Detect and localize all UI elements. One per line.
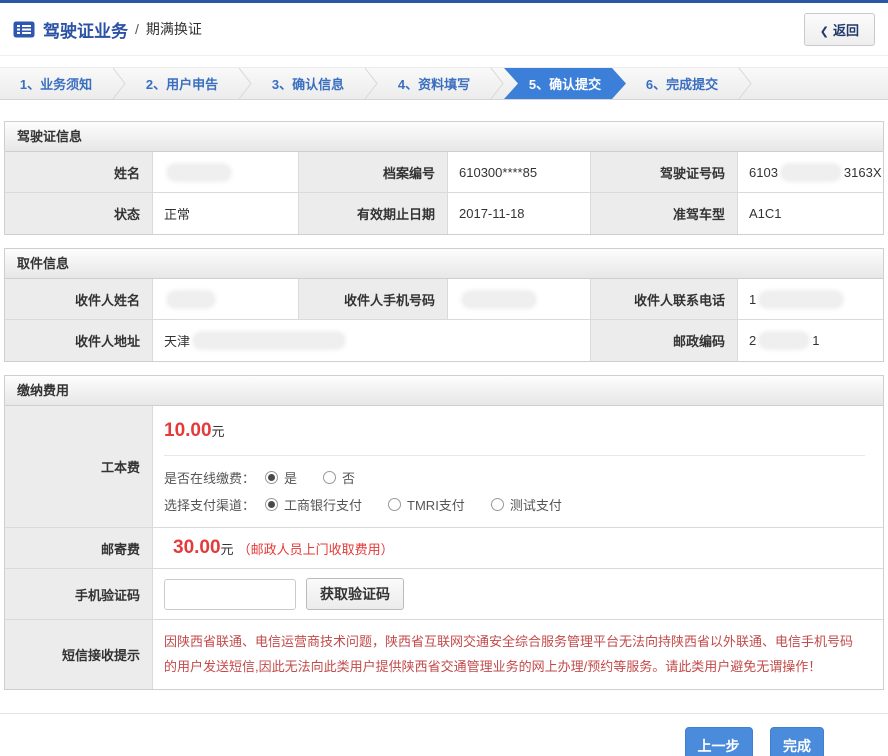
production-fee-cell: 10.00元 是否在线缴费： 是 否 选择支付渠道： 工商银行支付 TMRI支付… xyxy=(153,406,883,528)
channel-icbc-radio[interactable] xyxy=(265,498,278,511)
name-value xyxy=(153,152,299,193)
sms-notice-cell: 因陕西省联通、电信运营商技术问题，陕西省互联网交通安全综合服务管理平台无法向持陕… xyxy=(153,620,883,689)
step-5-confirm-submit-active: 5、确认提交 xyxy=(504,68,626,99)
get-sms-code-button[interactable]: 获取验证码 xyxy=(306,578,404,610)
online-pay-question-label: 是否在线缴费： xyxy=(164,468,255,487)
redacted-value xyxy=(168,165,230,180)
license-info-title: 驾驶证信息 xyxy=(5,122,883,152)
postage-fee-note: （邮政人员上门收取费用） xyxy=(238,539,394,558)
online-pay-yes-label: 是 xyxy=(284,468,297,487)
previous-step-button[interactable]: 上一步 xyxy=(685,727,753,756)
back-button-label: 返回 xyxy=(833,23,859,38)
redacted-value xyxy=(194,333,344,348)
channel-tmri-radio[interactable] xyxy=(388,498,401,511)
step-1-business-notes: 1、业务须知 xyxy=(0,68,112,99)
back-button[interactable]: ❮ 返回 xyxy=(804,13,875,46)
recipient-mobile-value xyxy=(448,279,591,320)
recipient-mobile-label: 收件人手机号码 xyxy=(299,279,448,320)
channel-tmri-label: TMRI支付 xyxy=(407,495,465,514)
redacted-value xyxy=(168,292,214,307)
license-no-value: 61033163X xyxy=(738,152,883,193)
redacted-value xyxy=(760,292,842,307)
step-6-finish-submit: 6、完成提交 xyxy=(626,68,738,99)
postcode-label: 邮政编码 xyxy=(591,320,738,361)
sms-code-cell: 获取验证码 xyxy=(153,569,883,620)
step-separator-chevron xyxy=(112,68,126,99)
archive-no-label: 档案编号 xyxy=(299,152,448,193)
production-fee-amount: 10.00 xyxy=(164,420,212,441)
page-header: 驾驶证业务 / 期满换证 ❮ 返回 xyxy=(0,3,888,56)
breadcrumb-divider: / xyxy=(135,21,139,37)
page-title: 驾驶证业务 xyxy=(43,17,128,42)
channel-test-radio[interactable] xyxy=(491,498,504,511)
channel-icbc-label: 工商银行支付 xyxy=(284,495,362,514)
online-pay-no-radio[interactable] xyxy=(323,471,336,484)
online-pay-no-label: 否 xyxy=(342,468,355,487)
wizard-step-bar: 1、业务须知 2、用户申告 3、确认信息 4、资料填写 5、确认提交 6、完成提… xyxy=(0,67,888,100)
fees-title: 缴纳费用 xyxy=(5,376,883,406)
redacted-value xyxy=(782,165,840,180)
license-no-label: 驾驶证号码 xyxy=(591,152,738,193)
step-2-user-declaration: 2、用户申告 xyxy=(126,68,238,99)
postcode-value: 21 xyxy=(738,320,883,361)
step-3-confirm-info: 3、确认信息 xyxy=(252,68,364,99)
sms-notice-text: 因陕西省联通、电信运营商技术问题，陕西省互联网交通安全综合服务管理平台无法向持陕… xyxy=(164,629,863,680)
recipient-tel-label: 收件人联系电话 xyxy=(591,279,738,320)
redacted-value xyxy=(463,292,535,307)
archive-no-value: 610300****85 xyxy=(448,152,591,193)
finish-button[interactable]: 完成 xyxy=(770,727,824,756)
yuan-unit: 元 xyxy=(212,424,225,439)
pickup-info-panel: 取件信息 收件人姓名 收件人手机号码 收件人联系电话 1 收件人地址 天津 邮政… xyxy=(4,248,884,362)
step-4-fill-data: 4、资料填写 xyxy=(378,68,490,99)
recipient-name-value xyxy=(153,279,299,320)
expiry-date-value: 2017-11-18 xyxy=(448,193,591,234)
pickup-info-title: 取件信息 xyxy=(5,249,883,279)
step-separator-chevron xyxy=(364,68,378,99)
license-info-panel: 驾驶证信息 姓名 档案编号 610300****85 驾驶证号码 6103316… xyxy=(4,121,884,235)
fee-divider xyxy=(164,455,865,456)
postage-fee-cell: 30.00元（邮政人员上门收取费用） xyxy=(153,528,883,569)
recipient-address-label: 收件人地址 xyxy=(5,320,153,361)
vehicle-class-value: A1C1 xyxy=(738,193,883,234)
pay-channel-label: 选择支付渠道： xyxy=(164,495,255,514)
postage-fee-amount: 30.00 xyxy=(173,537,221,559)
vehicle-class-label: 准驾车型 xyxy=(591,193,738,234)
license-form-icon xyxy=(13,21,35,38)
footer-actions: 上一步 完成 xyxy=(0,713,888,756)
sms-code-label: 手机验证码 xyxy=(5,569,153,620)
production-fee-label: 工本费 xyxy=(5,406,153,528)
sms-code-input[interactable] xyxy=(164,579,296,610)
chevron-left-icon: ❮ xyxy=(820,26,829,38)
sms-notice-label: 短信接收提示 xyxy=(5,620,153,689)
redacted-value xyxy=(760,333,808,348)
online-pay-yes-radio[interactable] xyxy=(265,471,278,484)
step-bar-filler xyxy=(752,68,888,99)
status-value: 正常 xyxy=(153,193,299,234)
recipient-tel-value: 1 xyxy=(738,279,883,320)
step-separator-chevron xyxy=(238,68,252,99)
recipient-address-value: 天津 xyxy=(153,320,591,361)
yuan-unit: 元 xyxy=(221,539,234,558)
step-separator-chevron xyxy=(490,68,504,99)
recipient-name-label: 收件人姓名 xyxy=(5,279,153,320)
name-label: 姓名 xyxy=(5,152,153,193)
channel-test-label: 测试支付 xyxy=(510,495,562,514)
step-separator-chevron xyxy=(738,68,752,99)
breadcrumb-current: 期满换证 xyxy=(146,19,202,39)
expiry-date-label: 有效期止日期 xyxy=(299,193,448,234)
postage-fee-label: 邮寄费 xyxy=(5,528,153,569)
fees-panel: 缴纳费用 工本费 10.00元 是否在线缴费： 是 否 选择支付渠道： 工商银行… xyxy=(4,375,884,690)
status-label: 状态 xyxy=(5,193,153,234)
